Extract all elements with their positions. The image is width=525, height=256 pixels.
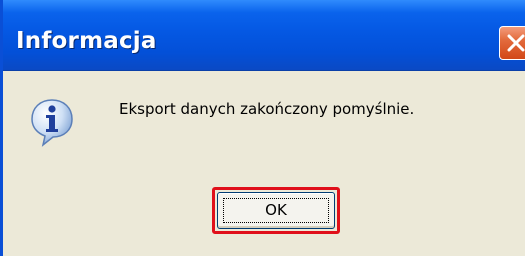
close-button[interactable] [499,26,525,60]
info-icon [31,99,73,147]
dialog-title: Informacja [16,28,157,54]
message-text: Eksport danych zakończony pomyślnie. [119,100,415,118]
dialog-window: Informacja Eksport danych zakończony pom… [0,0,525,256]
title-bar[interactable]: Informacja [3,0,525,71]
close-icon [507,34,525,52]
ok-button[interactable]: OK [217,192,335,229]
ok-button-label: OK [265,201,287,219]
